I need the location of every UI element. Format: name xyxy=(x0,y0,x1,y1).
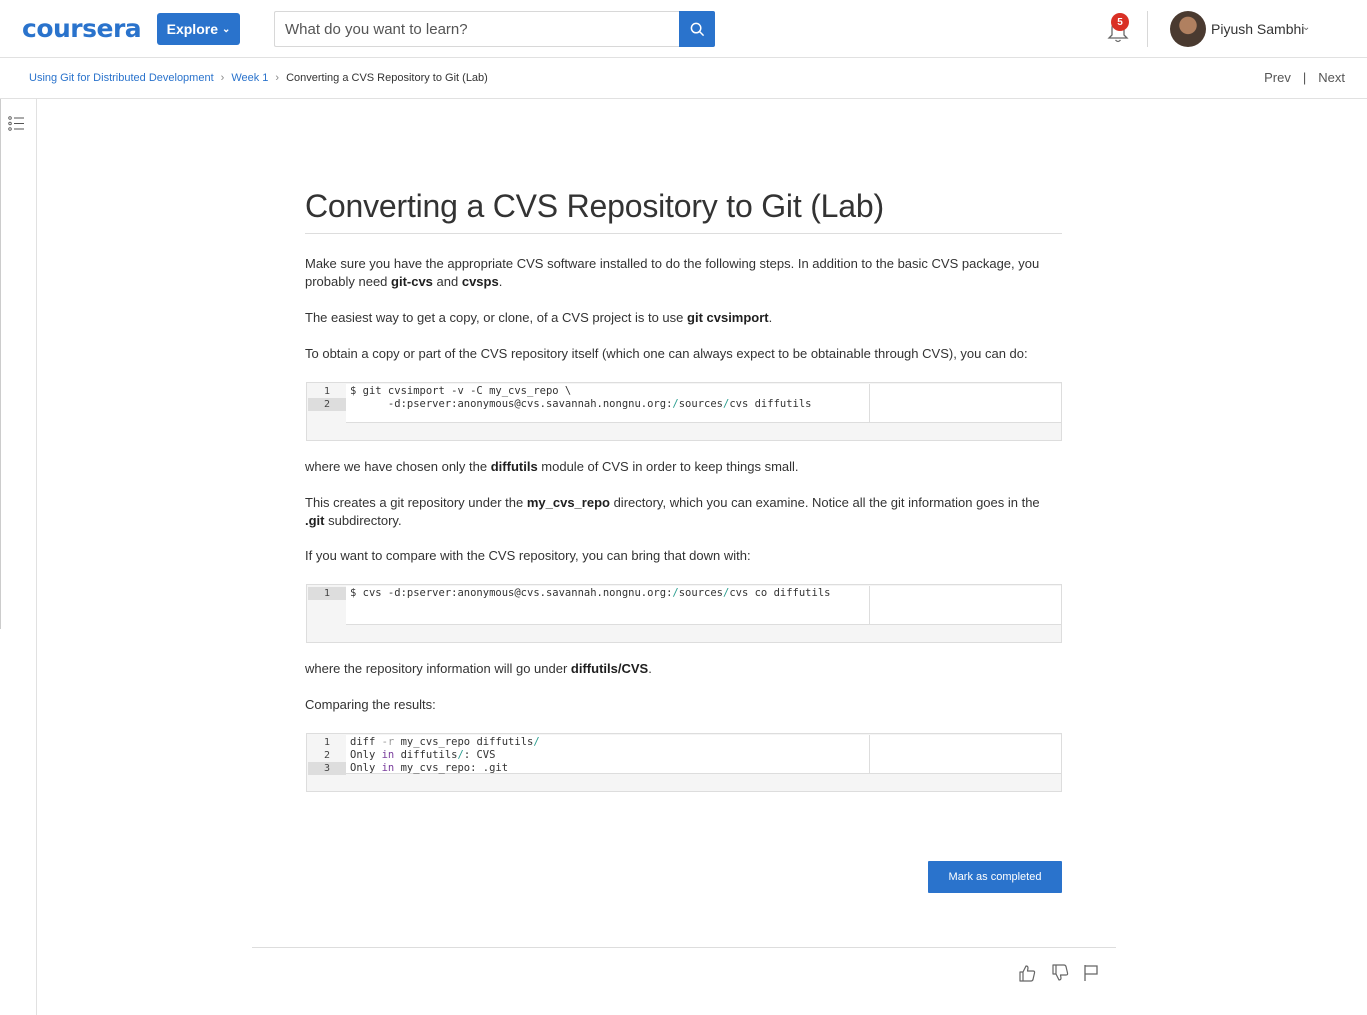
code-block-2[interactable]: 1 $ cvs -d:pserver:anonymous@cvs.savanna… xyxy=(306,584,1062,643)
easiest-way-paragraph: The easiest way to get a copy, or clone,… xyxy=(305,309,1062,327)
line-number: 1 xyxy=(323,737,331,748)
header-divider xyxy=(1147,11,1148,47)
breadcrumb: Using Git for Distributed Development › … xyxy=(29,72,488,84)
flag-icon[interactable] xyxy=(1081,963,1101,983)
thumbs-down-icon[interactable] xyxy=(1050,963,1070,983)
code-block-1[interactable]: 1 2 $ git cvsimport -v -C my_cvs_repo \ … xyxy=(306,382,1062,441)
p1-bold-cvsps: cvsps xyxy=(461,274,499,289)
chevron-right-icon: › xyxy=(220,72,225,84)
code-line: $ cvs -d:pserver:anonymous@cvs.savannah.… xyxy=(350,587,831,599)
breadcrumb-course[interactable]: Using Git for Distributed Development xyxy=(29,72,214,84)
breadcrumb-current: Converting a CVS Repository to Git (Lab) xyxy=(286,72,488,84)
lab-content: Converting a CVS Repository to Git (Lab) xyxy=(305,188,1062,234)
p1-bold-git-cvs: git-cvs xyxy=(391,274,433,289)
code-line: Only in my_cvs_repo: .git xyxy=(350,762,509,774)
list-icon[interactable] xyxy=(8,115,25,132)
line-number: 2 xyxy=(323,750,331,761)
diffutils-paragraph: where we have chosen only the diffutils … xyxy=(305,459,799,474)
left-rail xyxy=(0,99,37,1015)
next-link[interactable]: Next xyxy=(1318,70,1345,85)
explore-button[interactable]: Explore ⌄ xyxy=(157,13,240,45)
top-header: coursera Explore ⌄ 5 Piyush Sambhi ⌄ xyxy=(0,0,1367,58)
intro-paragraph: Make sure you have the appropriate CVS s… xyxy=(305,255,1062,291)
mark-as-completed-button[interactable]: Mark as completed xyxy=(928,861,1062,893)
notification-badge: 5 xyxy=(1111,13,1129,31)
p1-text: and xyxy=(432,274,462,289)
search-icon xyxy=(690,22,704,36)
line-number: 1 xyxy=(323,386,331,397)
breadcrumb-week[interactable]: Week 1 xyxy=(231,72,268,84)
user-name[interactable]: Piyush Sambhi xyxy=(1211,21,1304,37)
explore-label: Explore xyxy=(166,21,218,37)
search-input[interactable] xyxy=(285,20,665,38)
git-repo-paragraph: This creates a git repository under the … xyxy=(305,495,1040,528)
nav-separator: | xyxy=(1302,70,1307,85)
coursera-logo[interactable]: coursera xyxy=(22,14,142,43)
line-number: 1 xyxy=(308,587,346,600)
p2-text: The easiest way to get a copy, or clone,… xyxy=(305,310,688,325)
code-line: $ git cvsimport -v -C my_cvs_repo \ xyxy=(350,385,572,397)
p2-text: . xyxy=(768,310,773,325)
chevron-down-icon[interactable]: ⌄ xyxy=(1302,22,1310,33)
repo-info-paragraph: where the repository information will go… xyxy=(305,661,652,676)
obtain-copy-paragraph: To obtain a copy or part of the CVS repo… xyxy=(305,346,1028,361)
chevron-right-icon: › xyxy=(275,72,280,84)
code-line: -d:pserver:anonymous@cvs.savannah.nongnu… xyxy=(350,398,812,410)
footer-divider xyxy=(252,947,1116,948)
prev-next-nav: Prev | Next xyxy=(1264,70,1345,85)
line-number: 2 xyxy=(308,398,346,411)
code-block-3[interactable]: 1 2 3 diff -r my_cvs_repo diffutils/ Onl… xyxy=(306,733,1062,792)
p1-text: . xyxy=(498,274,503,289)
thumbs-up-icon[interactable] xyxy=(1017,963,1037,983)
compare-paragraph: If you want to compare with the CVS repo… xyxy=(305,548,751,563)
rail-edge xyxy=(0,99,1,629)
comparing-paragraph: Comparing the results: xyxy=(305,697,436,712)
search-box xyxy=(274,11,679,47)
code-line: diff -r my_cvs_repo diffutils/ xyxy=(350,736,540,748)
page-title: Converting a CVS Repository to Git (Lab) xyxy=(305,188,1062,234)
line-number: 3 xyxy=(308,762,346,775)
search-button[interactable] xyxy=(679,11,715,47)
prev-link[interactable]: Prev xyxy=(1264,70,1291,85)
p2-bold: git cvsimport xyxy=(687,310,769,325)
avatar[interactable] xyxy=(1170,11,1206,47)
chevron-down-icon: ⌄ xyxy=(221,23,231,35)
breadcrumb-bar: Using Git for Distributed Development › … xyxy=(0,58,1367,99)
code-line: Only in diffutils/: CVS xyxy=(350,749,496,761)
